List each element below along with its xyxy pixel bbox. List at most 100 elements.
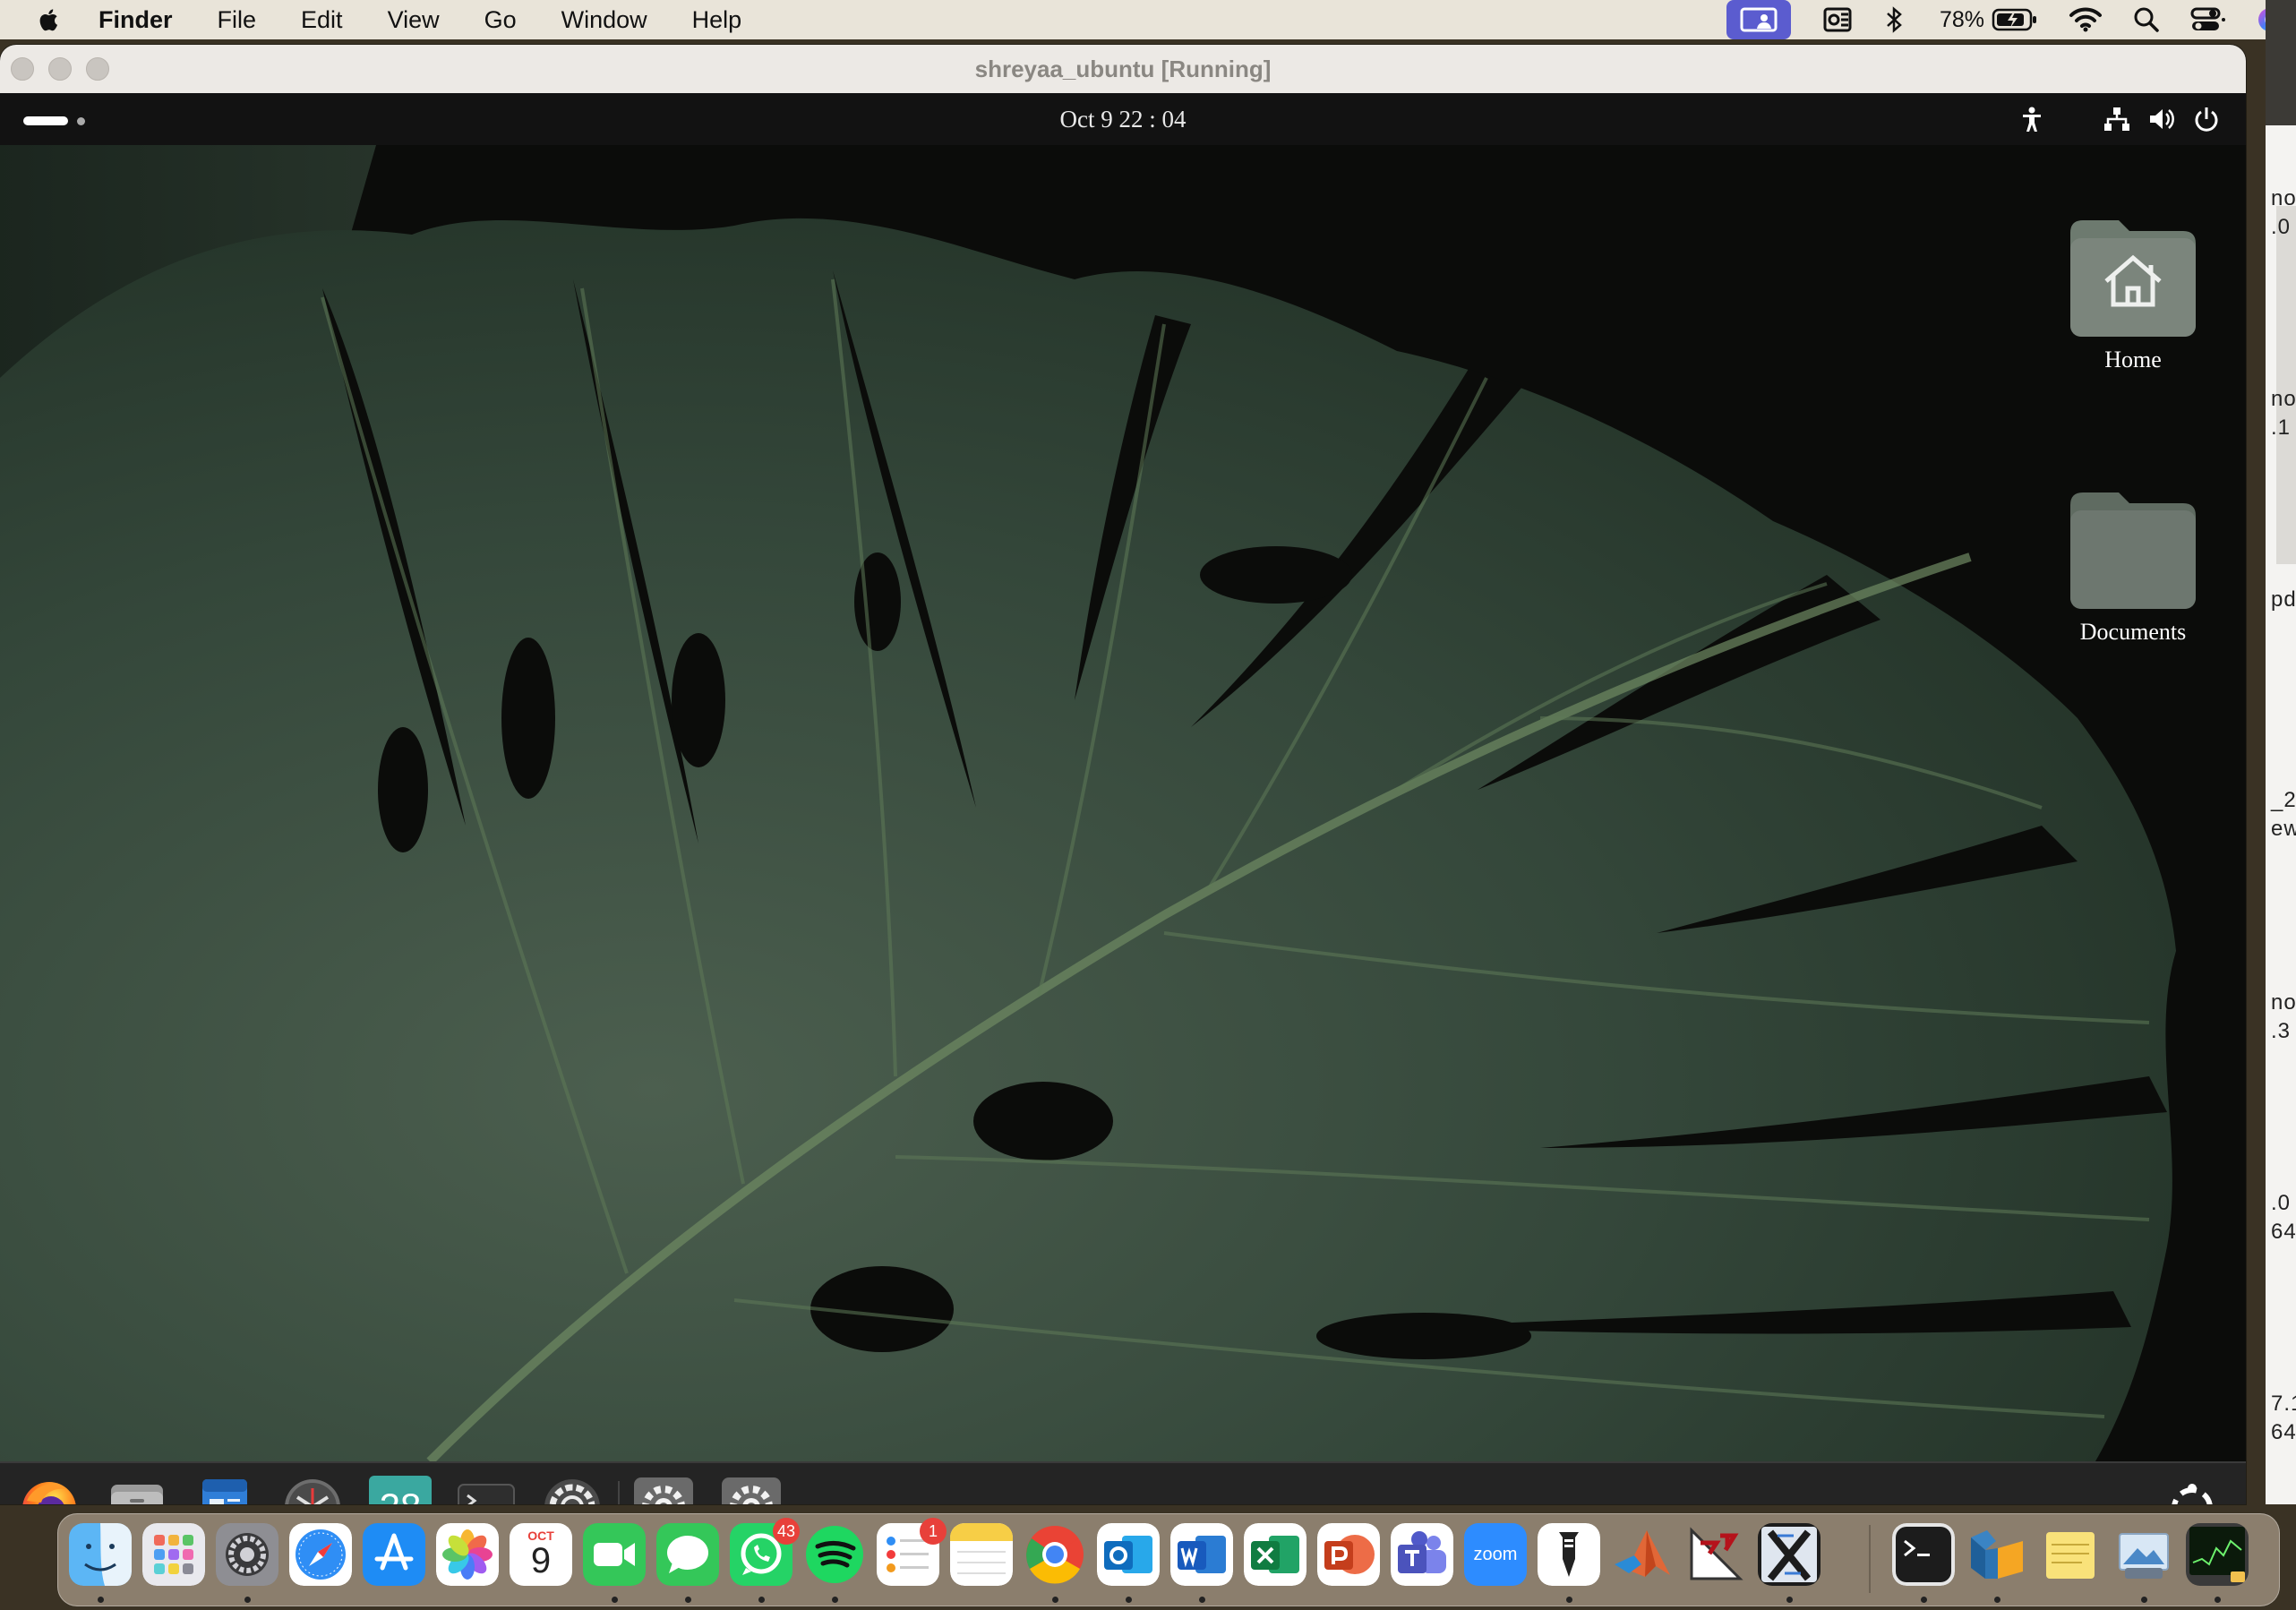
background-text: .3 [2271,1019,2292,1043]
background-text: 7.1 [2271,1392,2296,1416]
desktop-icon-home[interactable]: Home [2052,215,2214,373]
notification-badge: 1 [920,1518,947,1545]
reminders-icon[interactable]: 1 [877,1518,947,1586]
app-store-icon[interactable] [363,1523,425,1586]
macos-menubar: Finder File Edit View Go Window Help 78% [0,0,2296,39]
ubuntu-desktop[interactable]: Home Documents [0,145,2246,1461]
xquartz-icon[interactable] [1758,1523,1821,1586]
power-icon[interactable] [2192,105,2221,133]
messages-icon[interactable] [656,1523,719,1586]
volume-icon[interactable] [2147,105,2176,133]
microsoft-word-icon[interactable] [1170,1523,1233,1586]
accessibility-icon[interactable] [2018,105,2045,133]
dock-separator [618,1481,620,1504]
running-indicator [1126,1597,1132,1603]
microsoft-excel-icon[interactable] [1244,1523,1306,1586]
zoom-icon[interactable]: zoom [1464,1523,1527,1586]
microsoft-outlook-icon[interactable] [1097,1523,1160,1586]
menu-file[interactable]: File [218,6,257,34]
microsoft-powerpoint-icon[interactable] [1317,1523,1380,1586]
battery-percent: 78% [1939,6,1984,32]
calendar-day: 9 [530,1541,552,1580]
stickies-icon[interactable] [2039,1523,2102,1586]
running-indicator [685,1597,691,1603]
menu-window[interactable]: Window [561,6,647,34]
spotify-icon[interactable] [803,1523,866,1586]
finder-icon[interactable] [69,1523,132,1586]
menu-view[interactable]: View [388,6,440,34]
dock-separator [1869,1525,1871,1593]
background-text: no [2271,990,2296,1015]
desktop-icon-documents[interactable]: Documents [2052,487,2214,646]
terminal-icon[interactable] [455,1476,518,1504]
background-text: _2( [2271,788,2296,812]
activity-monitor-icon[interactable] [2186,1523,2249,1586]
show-applications-icon[interactable] [2165,1481,2219,1504]
whatsapp-icon[interactable]: 43 [730,1518,800,1586]
bluetooth-icon[interactable] [1884,5,1904,34]
matlab-icon[interactable] [1611,1523,1674,1586]
background-text: no [2271,186,2296,210]
virtualbox-window: shreyaa_ubuntu [Running] Oct 9 22 : 04 H… [0,45,2246,1504]
vm-titlebar: shreyaa_ubuntu [Running] [0,45,2246,94]
macos-dock: OCT 9 43 1 zoom [57,1513,2280,1606]
vm-window-title: shreyaa_ubuntu [Running] [974,56,1272,82]
ubuntu-dock: 28 [0,1461,2246,1504]
system-settings-icon[interactable] [216,1523,278,1586]
running-indicator [1566,1597,1572,1603]
folder-icon [2070,492,2196,609]
desktop-icon-home-label: Home [2104,347,2162,373]
settings-icon[interactable] [541,1476,604,1504]
preview-icon[interactable] [2112,1523,2175,1586]
running-indicator [1921,1597,1927,1603]
virtualbox-icon[interactable] [1966,1523,2028,1586]
launchpad-icon[interactable] [142,1523,205,1586]
calendar-icon[interactable]: OCT 9 [510,1523,572,1586]
notes-icon[interactable] [950,1523,1013,1586]
ltspice-icon[interactable] [1684,1523,1747,1586]
menu-go[interactable]: Go [484,6,517,34]
google-chrome-icon[interactable] [1024,1523,1086,1586]
background-text: pd [2271,587,2296,612]
battery-icon[interactable] [1992,7,2038,32]
calendar-app-icon[interactable]: 28 [369,1476,432,1504]
notification-badge: 43 [773,1518,800,1545]
photos-icon[interactable] [436,1523,499,1586]
running-indicator [758,1597,765,1603]
facetime-icon[interactable] [583,1523,646,1586]
settings-icon[interactable] [720,1476,783,1504]
safari-icon[interactable] [289,1523,352,1586]
outlook-status-icon[interactable] [1821,5,1854,34]
running-indicator [1994,1597,2000,1603]
background-text: .1 [2271,415,2292,440]
home-folder-icon [2070,220,2196,337]
control-center-icon[interactable] [2190,6,2226,33]
running-indicator [244,1597,251,1603]
running-indicator [612,1597,618,1603]
menu-help[interactable]: Help [692,6,742,34]
typora-icon[interactable] [1538,1523,1600,1586]
clock[interactable]: Oct 9 22 : 04 [0,93,2246,145]
settings-icon[interactable] [632,1476,695,1504]
running-indicator [1786,1597,1793,1603]
wifi-icon[interactable] [2069,6,2103,33]
background-text: .0 [2271,215,2292,239]
background-text: no [2271,387,2296,411]
microsoft-teams-icon[interactable] [1391,1523,1453,1586]
running-indicator [2215,1597,2221,1603]
terminal-icon[interactable] [1892,1523,1955,1586]
firefox-icon[interactable] [18,1476,81,1504]
running-indicator [1052,1597,1058,1603]
clock-icon[interactable] [281,1476,344,1504]
menu-app-name[interactable]: Finder [99,6,173,34]
network-icon[interactable] [2103,105,2131,133]
screen-sharing-icon[interactable] [1726,0,1791,39]
running-indicator [832,1597,838,1603]
wallpaper-image [0,145,2246,1461]
running-indicator [1199,1597,1205,1603]
apple-menu-icon[interactable] [36,5,63,34]
spotlight-search-icon[interactable] [2133,6,2160,33]
text-editor-icon[interactable] [193,1476,256,1504]
files-icon[interactable] [106,1476,168,1504]
menu-edit[interactable]: Edit [301,6,343,34]
